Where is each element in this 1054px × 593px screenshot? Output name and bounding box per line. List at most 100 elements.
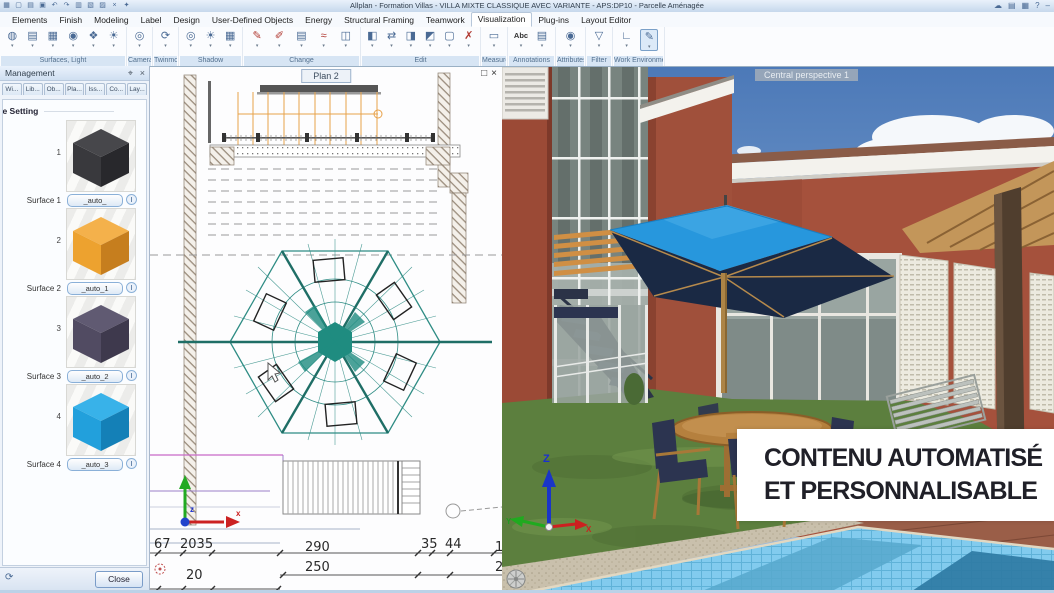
surface-picker-button[interactable] (126, 194, 137, 205)
tab-connect[interactable]: Co... (106, 83, 126, 95)
modify-surface-icon[interactable]: ✎ (249, 29, 265, 49)
shop-icon[interactable]: ▦ (1022, 1, 1030, 10)
sun-position-icon[interactable]: ☀ (203, 29, 219, 49)
corner-icon[interactable]: ▢ (441, 29, 457, 49)
menu-elements[interactable]: Elements (6, 14, 53, 27)
surface-value-button[interactable]: _auto_3 (67, 458, 123, 471)
menu-energy[interactable]: Energy (299, 14, 338, 27)
ribbon-group-label: Work Environment (614, 56, 663, 66)
mirror-icon[interactable]: ◩ (422, 29, 438, 49)
close-icon[interactable]: × (491, 68, 497, 80)
help-icon[interactable]: ? (1035, 1, 1039, 10)
menu-design[interactable]: Design (167, 14, 205, 27)
surface-picker-button[interactable] (126, 458, 137, 469)
ribbon-group-filter: ▽ Filter (586, 27, 613, 66)
surface-picker-button[interactable] (126, 282, 137, 293)
ribbon-group-annotations: Abc ▤ Annotations (508, 27, 556, 66)
surface-number: 2 (3, 236, 61, 245)
caption-line-1: CONTENU AUTOMATISÉ (737, 429, 1054, 475)
surface-label: Surface 3 (3, 372, 61, 381)
surface-setting-header: Surface Setting (2, 106, 119, 116)
surface-label: Surface 1 (3, 196, 61, 205)
perspective-tab[interactable]: Central perspective 1 (755, 69, 858, 81)
freeform-modify-icon[interactable]: ≈ (316, 29, 332, 49)
caption-overlay: CONTENU AUTOMATISÉ ET PERSONNALISABLE (737, 429, 1054, 521)
menu-plug-ins[interactable]: Plug-ins (532, 14, 575, 27)
surface-thumbnail[interactable] (67, 385, 135, 455)
surface-definition-icon[interactable]: ▤ (25, 29, 41, 49)
plan-axes-icon[interactable]: ∟ (619, 29, 635, 49)
tab-wizards[interactable]: Wi... (2, 83, 22, 95)
ribbon: ◍ ▤ ▦ ◉ ❖ ☀ Surfaces, Light ◎ Camera ⟳ T… (0, 27, 1054, 67)
surface-thumbnail[interactable] (67, 121, 135, 191)
ribbon-group-label: Edit (362, 56, 479, 66)
wall-modify-icon[interactable]: ◫ (338, 29, 354, 49)
align-icon[interactable]: ⇄ (384, 29, 400, 49)
tab-layers[interactable]: Lay... (127, 83, 147, 95)
window-title: Allplan - Formation Villas - VILLA MIXTE… (0, 1, 1054, 10)
tab-library[interactable]: Lib... (23, 83, 43, 95)
work-environment-icon[interactable]: ✎ (640, 29, 658, 51)
plan-tab[interactable]: Plan 2 (301, 69, 351, 83)
surface-thumbnail[interactable] (67, 297, 135, 367)
light-preview-icon[interactable]: ◉ (65, 29, 81, 49)
palette-tabs: Wi... Lib... Ob... Pla... Iss... Co... L… (0, 81, 149, 95)
delete-red-icon[interactable]: ✗ (461, 29, 477, 49)
perspective-viewport[interactable]: Central perspective 1 Z Y X CONTENU AUTO… (502, 66, 1054, 590)
menu-teamwork[interactable]: Teamwork (420, 14, 471, 27)
menu-user-defined-objects[interactable]: User-Defined Objects (206, 14, 299, 27)
label-document-icon[interactable]: ▤ (534, 29, 550, 49)
text-icon[interactable]: Abc (513, 29, 529, 49)
luminaire-icon[interactable]: ☀ (106, 29, 122, 49)
management-palette: Management ⌖ × Wi... Lib... Ob... Pla...… (0, 66, 150, 590)
refresh-icon[interactable]: ⟳ (5, 572, 13, 584)
ribbon-group-edit: ◧ ⇄ ◨ ◩ ▢ ✗ Edit (361, 27, 481, 66)
allplan-connect-icon[interactable]: ☁ (994, 1, 1002, 10)
ribbon-group-label: Camera (128, 56, 151, 66)
menu-finish[interactable]: Finish (53, 14, 88, 27)
titlebar-right-icons: ☁ ▤ ▦ ? – (994, 1, 1050, 10)
menu-label[interactable]: Label (135, 14, 168, 27)
ribbon-group-label: Measure (482, 56, 506, 66)
duplicate-icon[interactable]: ◧ (364, 29, 380, 49)
surface-value-button[interactable]: _auto_1 (67, 282, 123, 295)
paste-attributes-icon[interactable]: ▤ (293, 29, 309, 49)
tab-issues[interactable]: Iss... (85, 83, 105, 95)
flip-icon[interactable]: ◨ (403, 29, 419, 49)
tab-objects[interactable]: Ob... (44, 83, 64, 95)
twinmotion-export-icon[interactable]: ⟳ (158, 29, 174, 49)
ribbon-group-camera: ◎ Camera (127, 27, 153, 66)
render-surfaces-icon[interactable]: ◍ (4, 29, 20, 49)
object-light-icon[interactable]: ❖ (85, 29, 101, 49)
attributes-icon[interactable]: ◉ (563, 29, 579, 49)
maximize-icon[interactable]: □ (481, 68, 487, 80)
pick-surface-icon[interactable]: ✐ (271, 29, 287, 49)
menu-visualization[interactable]: Visualization (471, 12, 533, 27)
surface-value-button[interactable]: _auto_ (67, 194, 123, 207)
surface-number: 3 (3, 324, 61, 333)
minimize-icon[interactable]: – (1046, 1, 1050, 10)
tab-planes[interactable]: Pla... (65, 83, 85, 95)
ribbon-group-label: Change (244, 56, 359, 66)
menu-structural-framing[interactable]: Structural Framing (338, 14, 420, 27)
close-button[interactable]: Close (95, 571, 143, 588)
ribbon-group-surfaces-light: ◍ ▤ ▦ ◉ ❖ ☀ Surfaces, Light (0, 27, 127, 66)
close-palette-icon[interactable]: × (140, 68, 145, 78)
palette-menu-icon[interactable]: ▤ (1008, 1, 1016, 10)
measure-icon[interactable]: ▭ (486, 29, 502, 49)
surface-picker-button[interactable] (126, 370, 137, 381)
palette-footer: ⟳ Close (0, 567, 149, 590)
custom-surfaces-icon[interactable]: ▦ (45, 29, 61, 49)
menu-layout-editor[interactable]: Layout Editor (575, 14, 637, 27)
surface-value-button[interactable]: _auto_2 (67, 370, 123, 383)
surface-thumbnail[interactable] (67, 209, 135, 279)
surface-item: 4 Surface 4 _auto_3 (3, 384, 146, 472)
shadow-surface-icon[interactable]: ▦ (222, 29, 238, 49)
menu-modeling[interactable]: Modeling (88, 14, 135, 27)
camera-path-icon[interactable]: ◎ (132, 29, 148, 49)
plan-viewport[interactable]: Plan 2 □ × (150, 66, 502, 590)
sun-study-icon[interactable]: ◎ (183, 29, 199, 49)
filter-icon[interactable]: ▽ (591, 29, 607, 49)
ribbon-group-label: Shadow (180, 56, 241, 66)
pin-icon[interactable]: ⌖ (128, 68, 133, 78)
